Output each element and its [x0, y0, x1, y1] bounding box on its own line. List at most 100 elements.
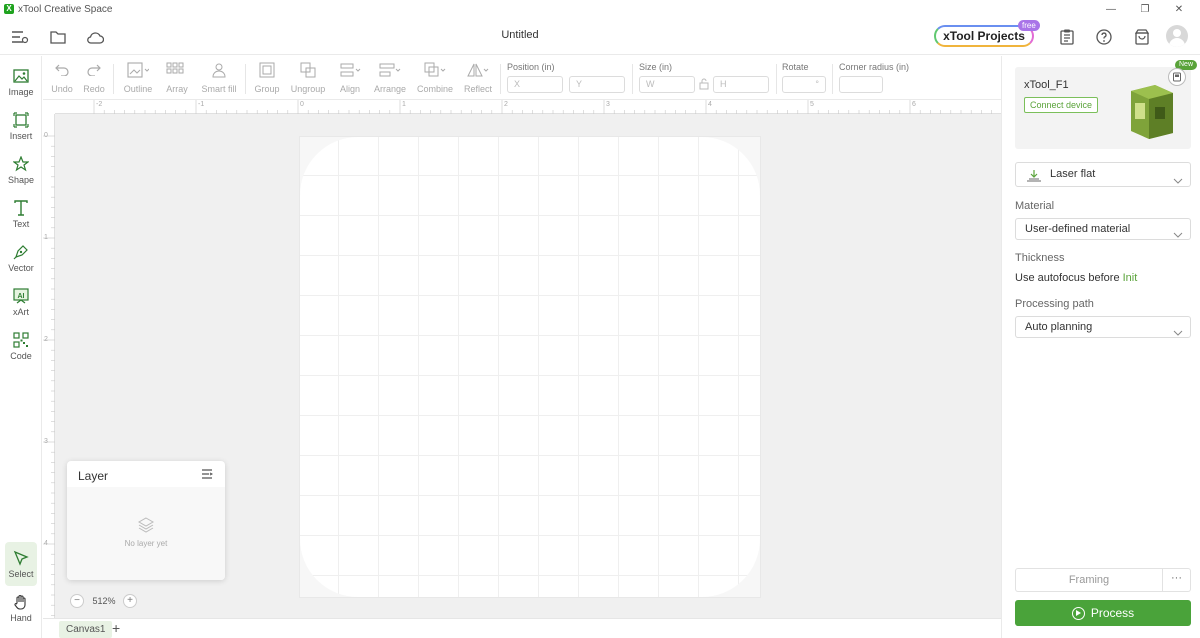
- ruler-number: 2: [504, 101, 508, 108]
- group-button[interactable]: Group: [253, 60, 281, 98]
- arrange-button[interactable]: Arrange: [373, 60, 407, 98]
- add-canvas-button[interactable]: +: [112, 620, 120, 636]
- zoom-out-button[interactable]: −: [70, 594, 84, 608]
- free-badge: free: [1018, 20, 1040, 31]
- framing-button[interactable]: Framing: [1015, 568, 1163, 592]
- size-h-input[interactable]: H: [713, 76, 769, 93]
- toolbar-divider: [832, 64, 833, 94]
- ruler-number: 1: [44, 234, 48, 241]
- tool-label: Code: [10, 351, 32, 361]
- close-button[interactable]: ✕: [1164, 0, 1194, 18]
- ruler-number: 0: [300, 101, 304, 108]
- ruler-number: 5: [810, 101, 814, 108]
- processing-path-select[interactable]: Auto planning: [1015, 316, 1191, 338]
- reflect-button[interactable]: Reflect: [461, 60, 495, 98]
- outline-icon: [127, 60, 149, 80]
- vector-pen-icon: [12, 243, 30, 261]
- processing-mode-select[interactable]: Laser flat: [1015, 162, 1191, 187]
- more-options-button[interactable]: ···: [1163, 568, 1191, 592]
- chevron-down-icon: [1173, 225, 1183, 245]
- connect-device-button[interactable]: Connect device: [1024, 97, 1099, 113]
- toolbar-divider: [776, 64, 777, 94]
- outline-button[interactable]: Outline: [121, 60, 155, 98]
- canvas-tabs: Canvas1 +: [43, 618, 1001, 638]
- shop-bag-icon[interactable]: [1131, 26, 1153, 48]
- ruler-top: -2 -1 0 1 2 3 4 5 6: [55, 100, 1001, 114]
- tab-canvas1[interactable]: Canvas1: [59, 621, 113, 638]
- smart-fill-button[interactable]: Smart fill: [201, 60, 237, 98]
- undo-button[interactable]: Undo: [51, 60, 73, 98]
- tool-select[interactable]: Select: [5, 542, 37, 586]
- tool-label: Hand: [10, 613, 32, 623]
- hand-icon: [12, 593, 30, 611]
- tool-shape[interactable]: Shape: [0, 148, 42, 192]
- ruler-number: 3: [606, 101, 610, 108]
- align-icon: [339, 60, 361, 80]
- combine-icon: [424, 60, 446, 80]
- tool-label: Image: [8, 87, 34, 97]
- init-link[interactable]: Init: [1123, 272, 1138, 284]
- layer-list: No layer yet: [67, 487, 225, 580]
- toolbar-divider: [113, 64, 114, 94]
- device-settings-icon[interactable]: [1168, 68, 1186, 86]
- tool-label: Insert: [9, 131, 33, 141]
- layers-stack-icon: [137, 517, 155, 536]
- ruler-number: 4: [44, 540, 48, 547]
- shape-icon: [12, 155, 30, 173]
- material-select[interactable]: User-defined material: [1015, 218, 1191, 240]
- work-area[interactable]: [299, 136, 761, 598]
- laser-bed-grid[interactable]: [300, 137, 760, 597]
- redo-button[interactable]: Redo: [83, 60, 105, 98]
- tool-insert[interactable]: Insert: [0, 104, 42, 148]
- tool-label: Vector: [8, 263, 34, 273]
- tool-label: Shape: [7, 175, 35, 185]
- minimize-button[interactable]: —: [1096, 0, 1126, 18]
- laser-flat-icon: [1026, 168, 1042, 191]
- ai-art-icon: AI: [12, 287, 30, 305]
- device-card[interactable]: xTool_F1 Connect device: [1015, 67, 1191, 149]
- arrange-icon: [379, 60, 401, 80]
- insert-icon: [12, 111, 30, 129]
- chevron-down-icon: [1173, 323, 1183, 343]
- device-name: xTool_F1: [1024, 79, 1069, 91]
- right-panel: xTool_F1 Connect device Laser flat Mater…: [1001, 56, 1200, 638]
- maximize-button[interactable]: ❐: [1130, 0, 1160, 18]
- tool-image[interactable]: Image: [0, 60, 42, 104]
- material-value: User-defined material: [1025, 223, 1131, 235]
- lock-ratio-icon[interactable]: [699, 78, 709, 93]
- undo-icon: [55, 60, 69, 80]
- process-label: Process: [1090, 606, 1135, 620]
- help-icon[interactable]: [1093, 26, 1115, 48]
- toolbar-divider: [632, 64, 633, 94]
- zoom-in-button[interactable]: +: [123, 594, 137, 608]
- ruler-number: 4: [708, 101, 712, 108]
- layer-empty-text: No layer yet: [124, 539, 168, 548]
- align-button[interactable]: Align: [337, 60, 363, 98]
- combine-button[interactable]: Combine: [417, 60, 453, 98]
- size-w-input[interactable]: W: [639, 76, 695, 93]
- ungroup-button[interactable]: Ungroup: [289, 60, 327, 98]
- array-button[interactable]: Array: [163, 60, 191, 98]
- tool-text[interactable]: Text: [0, 192, 42, 236]
- app-title: xTool Creative Space: [18, 3, 113, 15]
- layer-menu-icon[interactable]: [201, 468, 214, 482]
- ruler-top-ticks: [93, 100, 992, 114]
- position-y-input[interactable]: Y: [569, 76, 625, 93]
- array-icon: [166, 60, 188, 80]
- rotate-input[interactable]: °: [782, 76, 826, 93]
- ruler-corner: [43, 100, 55, 114]
- window-titlebar: X xTool Creative Space — ❐ ✕: [0, 0, 1200, 18]
- ruler-left: 0 1 2 3 4: [43, 114, 55, 618]
- corner-radius-input[interactable]: [839, 76, 883, 93]
- position-x-input[interactable]: X: [507, 76, 563, 93]
- material-label: Material: [1015, 200, 1055, 212]
- tool-xart[interactable]: AI xArt: [0, 280, 42, 324]
- clipboard-icon[interactable]: [1056, 26, 1078, 48]
- user-avatar[interactable]: [1166, 25, 1188, 47]
- tool-hand[interactable]: Hand: [0, 586, 42, 630]
- ruler-number: 1: [402, 101, 406, 108]
- tool-code[interactable]: Code: [0, 324, 42, 368]
- autofocus-hint: Use autofocus before Init: [1015, 272, 1137, 284]
- tool-vector[interactable]: Vector: [0, 236, 42, 280]
- process-button[interactable]: Process: [1015, 600, 1191, 626]
